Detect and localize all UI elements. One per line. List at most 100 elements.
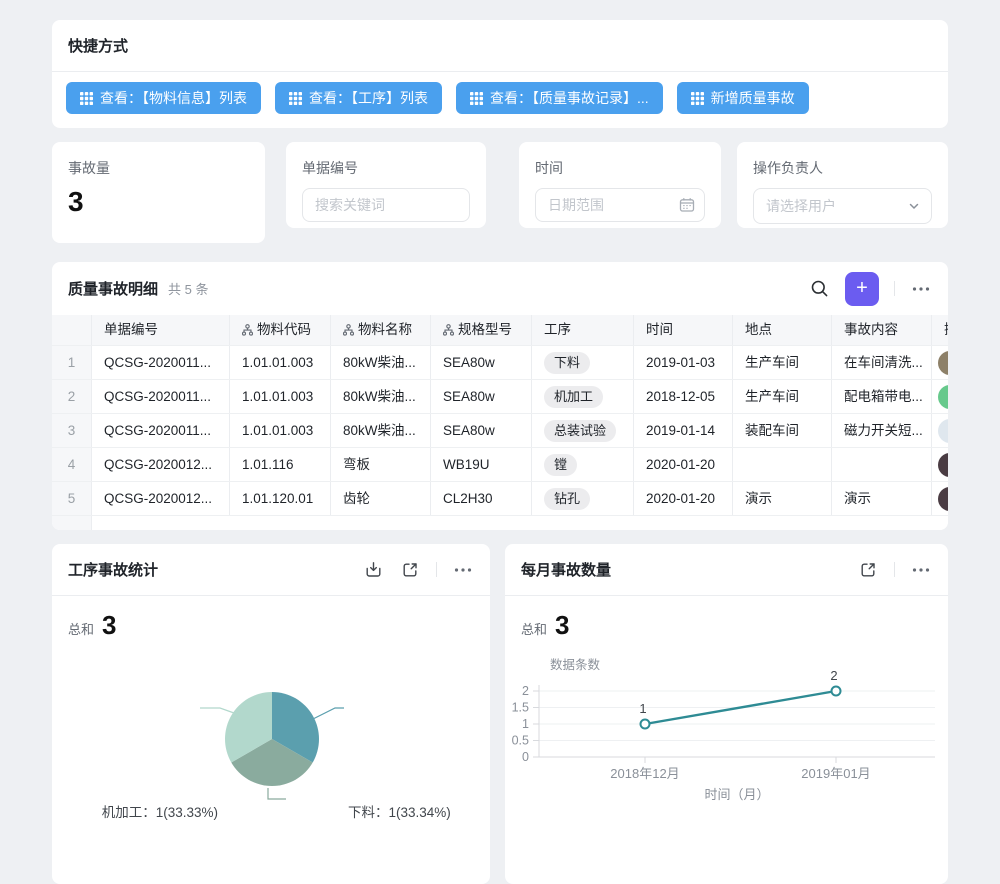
- cell-location: 装配车间: [733, 414, 832, 447]
- svg-text:0: 0: [522, 750, 529, 764]
- line-card-title: 每月事故数量: [521, 559, 611, 580]
- col-material-name: 物料名称: [331, 315, 431, 345]
- shortcut-buttons-row: 查看：【物料信息】列表 查看：【工序】列表 查看：【质量事故记录】... 新增质…: [52, 72, 948, 124]
- shortcuts-title: 快捷方式: [68, 35, 128, 56]
- shortcut-add-incident-button[interactable]: 新增质量事故: [677, 82, 809, 114]
- ellipsis-icon: [912, 567, 930, 573]
- shortcut-view-material-list-button[interactable]: 查看：【物料信息】列表: [66, 82, 261, 114]
- cell-operator: [932, 380, 948, 413]
- cell-content: 在车间清洗...: [832, 346, 932, 379]
- shortcuts-card: 快捷方式 查看：【物料信息】列表 查看：【工序】列表 查看：【质量事故记录】..…: [52, 20, 948, 128]
- search-icon: [810, 279, 829, 298]
- search-button[interactable]: [808, 278, 830, 300]
- grid-icon: [470, 92, 483, 105]
- shortcut-button-label: 查看：【物料信息】列表: [100, 88, 247, 108]
- process-incident-stats-card: 工序事故统计 总和 3 机加工：1(33.33%) 下料：1(33.: [52, 544, 490, 884]
- cell-doc-no: QCSG-2020011...: [92, 380, 230, 413]
- grid-icon: [691, 92, 704, 105]
- process-tag: 镗: [544, 454, 577, 476]
- cell-spec: WB19U: [431, 448, 532, 481]
- avatar: [938, 487, 948, 511]
- calendar-icon: [679, 197, 695, 213]
- shortcut-view-incident-records-button[interactable]: 查看：【质量事故记录】...: [456, 82, 663, 114]
- col-label: 地点: [745, 315, 772, 345]
- pie-label-xialiao: 下料：1(33.34%): [348, 801, 451, 821]
- line-chart: 数据条数 2 1.5 1 0.5: [505, 641, 948, 884]
- col-material-code: 物料代码: [230, 315, 331, 345]
- process-tag: 机加工: [544, 386, 603, 408]
- export-button[interactable]: [362, 559, 384, 581]
- doc-no-search-input[interactable]: [302, 188, 470, 222]
- relation-icon: [443, 324, 454, 336]
- table-row[interactable]: 1 QCSG-2020011... 1.01.01.003 80kW柴油... …: [52, 346, 948, 380]
- line-chart-area: 数据条数 2 1.5 1 0.5: [505, 641, 948, 884]
- operator-select[interactable]: 请选择用户: [753, 188, 932, 224]
- table-row[interactable]: 2 QCSG-2020011... 1.01.01.003 80kW柴油... …: [52, 380, 948, 414]
- monthly-incident-count-card: 每月事故数量 总和 3 数据条数: [505, 544, 948, 884]
- cell-process: 下料: [532, 346, 634, 379]
- row-index: 1: [52, 346, 92, 379]
- divider: [894, 562, 895, 577]
- cell-material-code: 1.01.01.003: [230, 380, 331, 413]
- process-tag: 钻孔: [544, 488, 590, 510]
- point-value-label: 2: [830, 668, 837, 683]
- cell-material-name: 80kW柴油...: [331, 346, 431, 379]
- cell-process: 镗: [532, 448, 634, 481]
- table-row[interactable]: 5 QCSG-2020012... 1.01.120.01 齿轮 CL2H30 …: [52, 482, 948, 516]
- line-sum-row: 总和 3: [505, 610, 948, 641]
- col-time: 时间: [634, 315, 733, 345]
- shortcut-view-process-list-button[interactable]: 查看：【工序】列表: [275, 82, 442, 114]
- sum-value: 3: [555, 610, 569, 641]
- sum-value: 3: [102, 610, 116, 641]
- cell-location: 生产车间: [733, 346, 832, 379]
- grid-icon: [80, 92, 93, 105]
- col-label: 物料名称: [358, 315, 412, 345]
- cell-content: 演示: [832, 482, 932, 515]
- more-menu-button[interactable]: [452, 559, 474, 581]
- col-process: 工序: [532, 315, 634, 345]
- expand-button[interactable]: [857, 559, 879, 581]
- pie-sum-row: 总和 3: [52, 610, 490, 641]
- grid-icon: [289, 92, 302, 105]
- cell-doc-no: QCSG-2020011...: [92, 414, 230, 447]
- table-empty-row: [52, 516, 948, 530]
- table-row-count: 共 5 条: [168, 279, 208, 298]
- table-row[interactable]: 4 QCSG-2020012... 1.01.116 弯板 WB19U 镗 20…: [52, 448, 948, 482]
- x-tick-labels: 2018年12月 2019年01月: [610, 766, 870, 781]
- col-location: 地点: [733, 315, 832, 345]
- divider: [436, 562, 437, 577]
- row-index: 3: [52, 414, 92, 447]
- cell-process: 总装试验: [532, 414, 634, 447]
- pie-connector-left: [200, 708, 234, 713]
- cell-time: 2020-01-20: [634, 448, 733, 481]
- col-index: [52, 315, 92, 345]
- col-label: 工序: [544, 315, 571, 345]
- y-tick-labels: 2 1.5 1 0.5 0: [512, 684, 529, 764]
- table-row[interactable]: 3 QCSG-2020011... 1.01.01.003 80kW柴油... …: [52, 414, 948, 448]
- avatar: [938, 351, 948, 375]
- add-record-button[interactable]: +: [845, 272, 879, 306]
- table-card-header: 质量事故明细 共 5 条 +: [52, 262, 948, 315]
- cell-material-name: 弯板: [331, 448, 431, 481]
- expand-icon: [402, 562, 418, 578]
- pie-card-title: 工序事故统计: [68, 559, 158, 580]
- svg-text:2019年01月: 2019年01月: [801, 766, 870, 781]
- col-label: 单据编号: [104, 315, 158, 345]
- cell-spec: SEA80w: [431, 346, 532, 379]
- more-menu-button[interactable]: [910, 278, 932, 300]
- cell-spec: SEA80w: [431, 380, 532, 413]
- row-index-empty: [52, 516, 92, 530]
- operator-filter-label: 操作负责人: [753, 158, 932, 178]
- row-index: 4: [52, 448, 92, 481]
- more-menu-button[interactable]: [910, 559, 932, 581]
- pie-chart: [52, 641, 490, 884]
- cell-material-name: 齿轮: [331, 482, 431, 515]
- cell-time: 2019-01-14: [634, 414, 733, 447]
- expand-button[interactable]: [399, 559, 421, 581]
- shortcut-button-label: 查看：【质量事故记录】...: [490, 88, 649, 108]
- data-point: [832, 687, 841, 696]
- operator-filter-card: 操作负责人 请选择用户: [737, 142, 948, 228]
- avatar: [938, 419, 948, 443]
- plus-icon: +: [856, 277, 868, 300]
- cell-time: 2019-01-03: [634, 346, 733, 379]
